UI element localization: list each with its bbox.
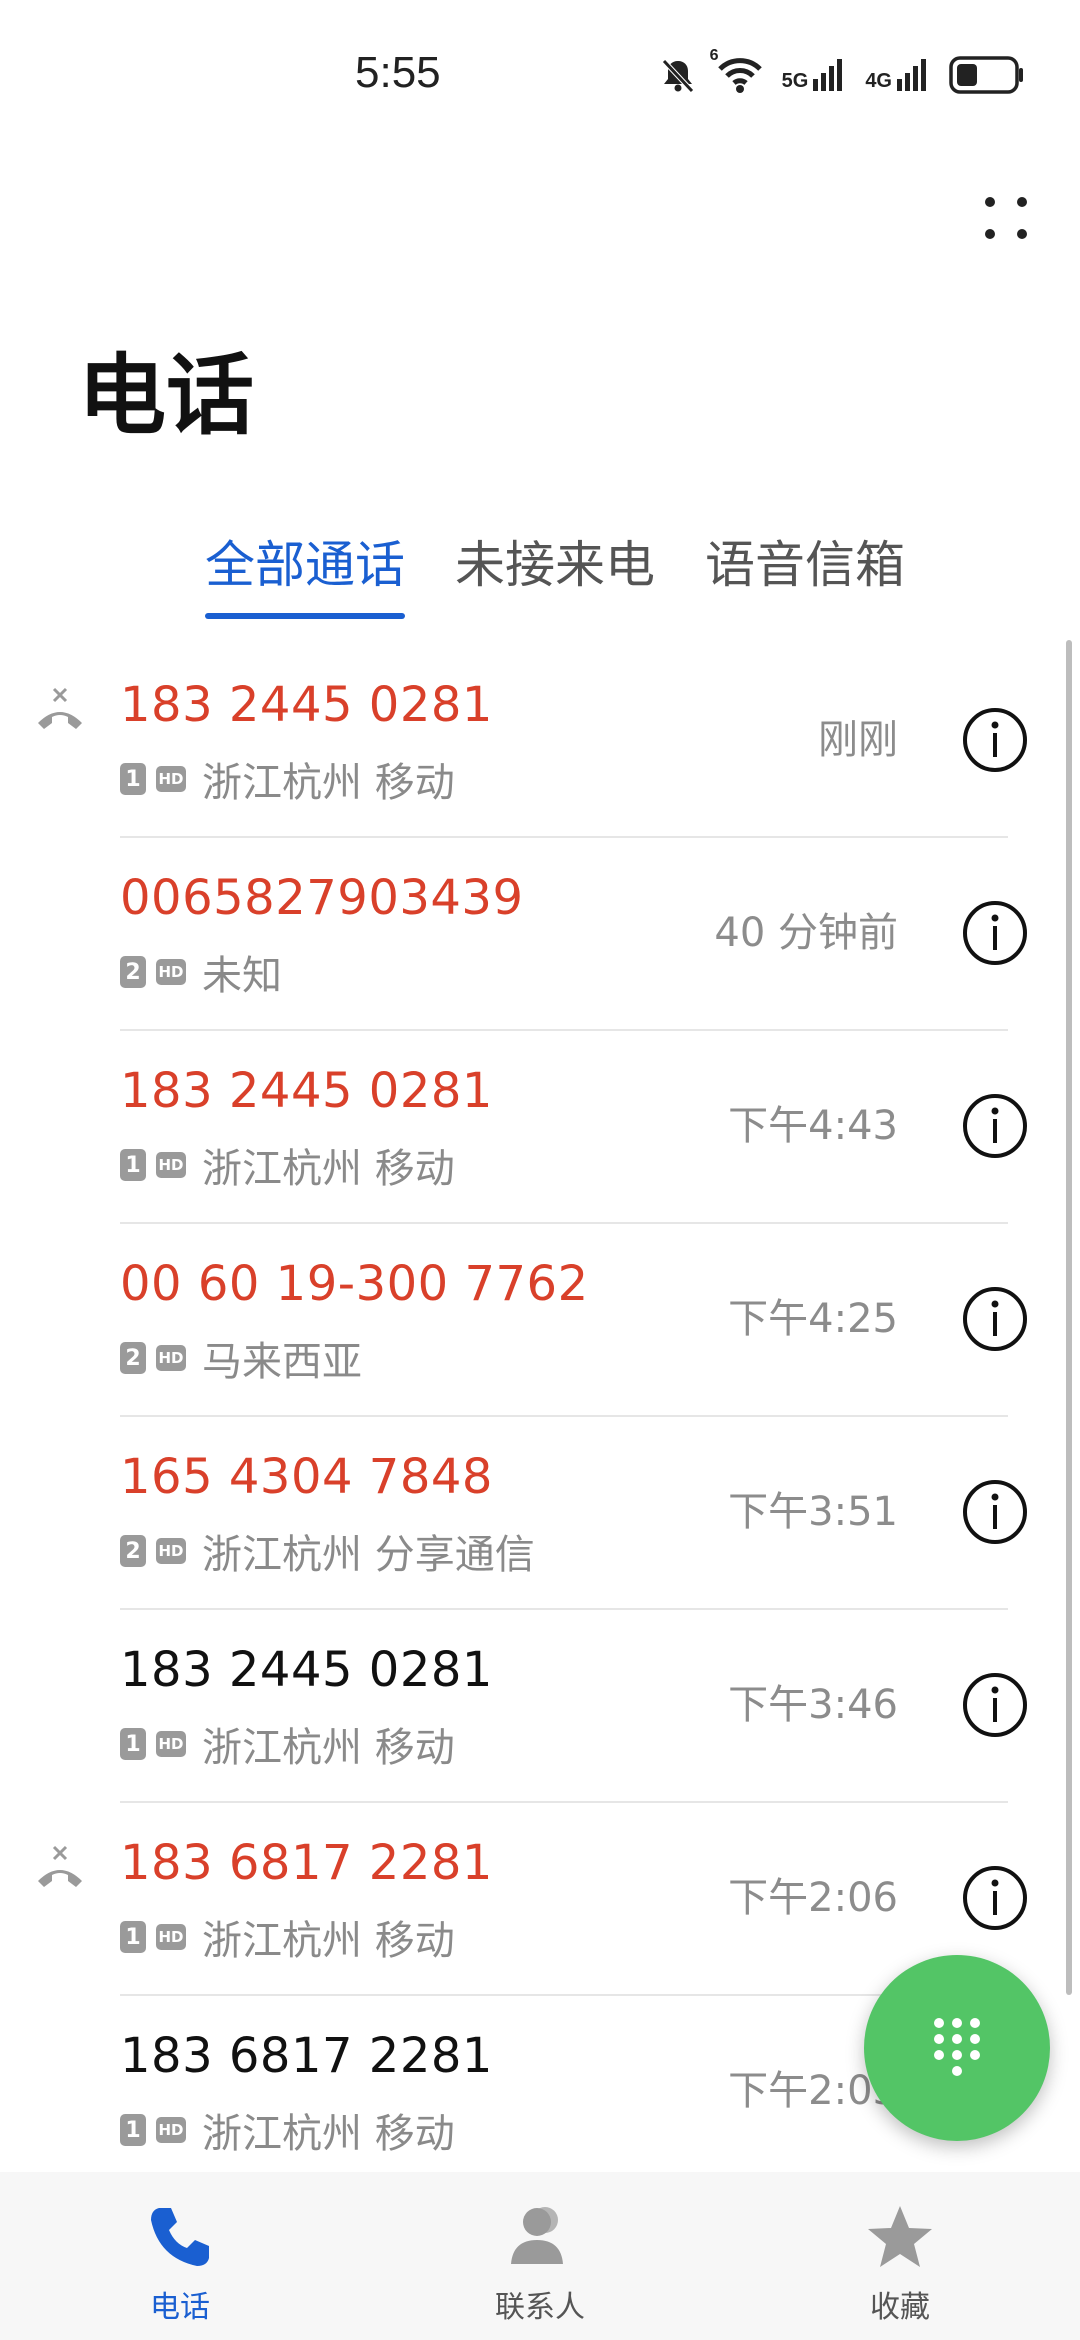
call-location: 浙江杭州 移动 [202,1725,455,1771]
info-icon[interactable] [962,1865,1028,1931]
missed-call-icon [38,687,82,729]
call-time: 下午2:06 [728,1875,898,1921]
signal-4g: 4G [865,57,931,93]
hd-badge: HD [156,959,186,985]
call-meta: 1 HD 浙江杭州 移动 [120,1715,455,1773]
tab-all-calls[interactable]: 全部通话 [205,525,405,619]
call-meta: 2 HD 马来西亚 [120,1329,362,1387]
info-icon[interactable] [962,707,1028,773]
call-row[interactable]: 0065827903439 2 HD 未知 40 分钟前 [0,838,1080,1031]
call-location: 浙江杭州 分享通信 [202,1532,535,1578]
call-row[interactable]: 183 2445 0281 1 HD 浙江杭州 移动 下午4:43 [0,1031,1080,1224]
hd-badge: HD [156,1538,186,1564]
nav-phone[interactable]: 电话 [80,2202,280,2326]
call-number: 183 6817 2281 [120,2028,493,2084]
call-meta: 1 HD 浙江杭州 移动 [120,1908,455,1966]
call-row[interactable]: 00 60 19-300 7762 2 HD 马来西亚 下午4:25 [0,1224,1080,1417]
call-meta: 1 HD 浙江杭州 移动 [120,750,455,808]
more-dots-icon [985,197,1027,239]
call-list: 183 2445 0281 1 HD 浙江杭州 移动 刚刚 0065827903… [0,645,1080,2189]
sim-badge: 2 [120,1535,146,1567]
nav-label: 收藏 [870,2290,930,2325]
info-icon[interactable] [962,1093,1028,1159]
sim-badge: 1 [120,1149,146,1181]
phone-icon [151,2208,209,2266]
hd-badge: HD [156,1152,186,1178]
call-time: 40 分钟前 [714,910,898,956]
call-number: 00 60 19-300 7762 [120,1256,589,1312]
call-location: 浙江杭州 移动 [202,1918,455,1964]
signal-bars-icon [897,59,926,91]
wifi-indicator: 6 [710,47,764,95]
hd-badge: HD [156,2117,186,2143]
call-number: 183 6817 2281 [120,1835,493,1891]
status-icons: 6 5G 4G [658,47,1025,95]
info-icon[interactable] [962,1479,1028,1545]
call-meta: 2 HD 浙江杭州 分享通信 [120,1522,535,1580]
call-number: 183 2445 0281 [120,1642,493,1698]
signal-bars-icon [813,59,843,91]
net-label-4g: 4G [865,70,892,92]
call-number: 165 4304 7848 [120,1449,493,1505]
call-time: 下午4:43 [728,1103,898,1149]
signal-5g: 5G [782,57,848,93]
call-tabs: 全部通话 未接来电 语音信箱 [205,525,905,619]
nav-label: 联系人 [495,2290,585,2325]
call-number: 183 2445 0281 [120,677,493,733]
contacts-icon [511,2207,563,2264]
info-icon[interactable] [962,1286,1028,1352]
call-meta: 2 HD 未知 [120,943,282,1001]
page-title: 电话 [78,344,255,447]
call-meta: 1 HD 浙江杭州 移动 [120,2101,455,2159]
bell-muted-icon [661,59,694,93]
hd-badge: HD [156,1345,186,1371]
missed-call-icon [38,1845,82,1887]
sim-badge: 1 [120,763,146,795]
info-icon[interactable] [962,900,1028,966]
tab-missed-calls[interactable]: 未接来电 [455,525,655,619]
sim-badge: 1 [120,1921,146,1953]
call-row[interactable]: 165 4304 7848 2 HD 浙江杭州 分享通信 下午3:51 [0,1417,1080,1610]
dialpad-button[interactable] [864,1955,1050,2141]
tab-voicemail[interactable]: 语音信箱 [705,525,905,619]
hd-badge: HD [156,766,186,792]
bottom-nav: 电话 联系人 收藏 [0,2172,1080,2340]
sim-badge: 2 [120,956,146,988]
nav-contacts[interactable]: 联系人 [440,2202,640,2326]
call-row[interactable]: 183 2445 0281 1 HD 浙江杭州 移动 下午3:46 [0,1610,1080,1803]
call-time: 下午3:51 [728,1489,898,1535]
call-number: 183 2445 0281 [120,1063,493,1119]
wifi-badge: 6 [709,47,719,64]
sim-badge: 1 [120,1728,146,1760]
call-location: 浙江杭州 移动 [202,2111,455,2157]
call-time: 刚刚 [818,717,898,763]
call-location: 未知 [202,953,282,999]
more-options-button[interactable] [976,190,1036,250]
status-time: 5:55 [355,48,441,97]
battery-icon [949,56,1023,94]
nav-label: 电话 [150,2290,210,2325]
net-label-5g: 5G [781,70,809,92]
status-bar: 5:55 6 5G 4G [0,0,1080,160]
wifi-icon [717,58,762,93]
call-location: 马来西亚 [202,1339,362,1385]
sim-badge: 2 [120,1342,146,1374]
star-icon [868,2206,932,2267]
hd-badge: HD [156,1924,186,1950]
call-meta: 1 HD 浙江杭州 移动 [120,1136,455,1194]
call-time: 下午3:46 [728,1682,898,1728]
call-number: 0065827903439 [120,870,524,926]
call-location: 浙江杭州 移动 [202,760,455,806]
hd-badge: HD [156,1731,186,1757]
nav-favorites[interactable]: 收藏 [800,2202,1000,2326]
call-row[interactable]: 183 2445 0281 1 HD 浙江杭州 移动 刚刚 [0,645,1080,838]
info-icon[interactable] [962,1672,1028,1738]
call-location: 浙江杭州 移动 [202,1146,455,1192]
dialpad-icon [934,2018,980,2076]
sim-badge: 1 [120,2114,146,2146]
call-time: 下午4:25 [728,1296,898,1342]
